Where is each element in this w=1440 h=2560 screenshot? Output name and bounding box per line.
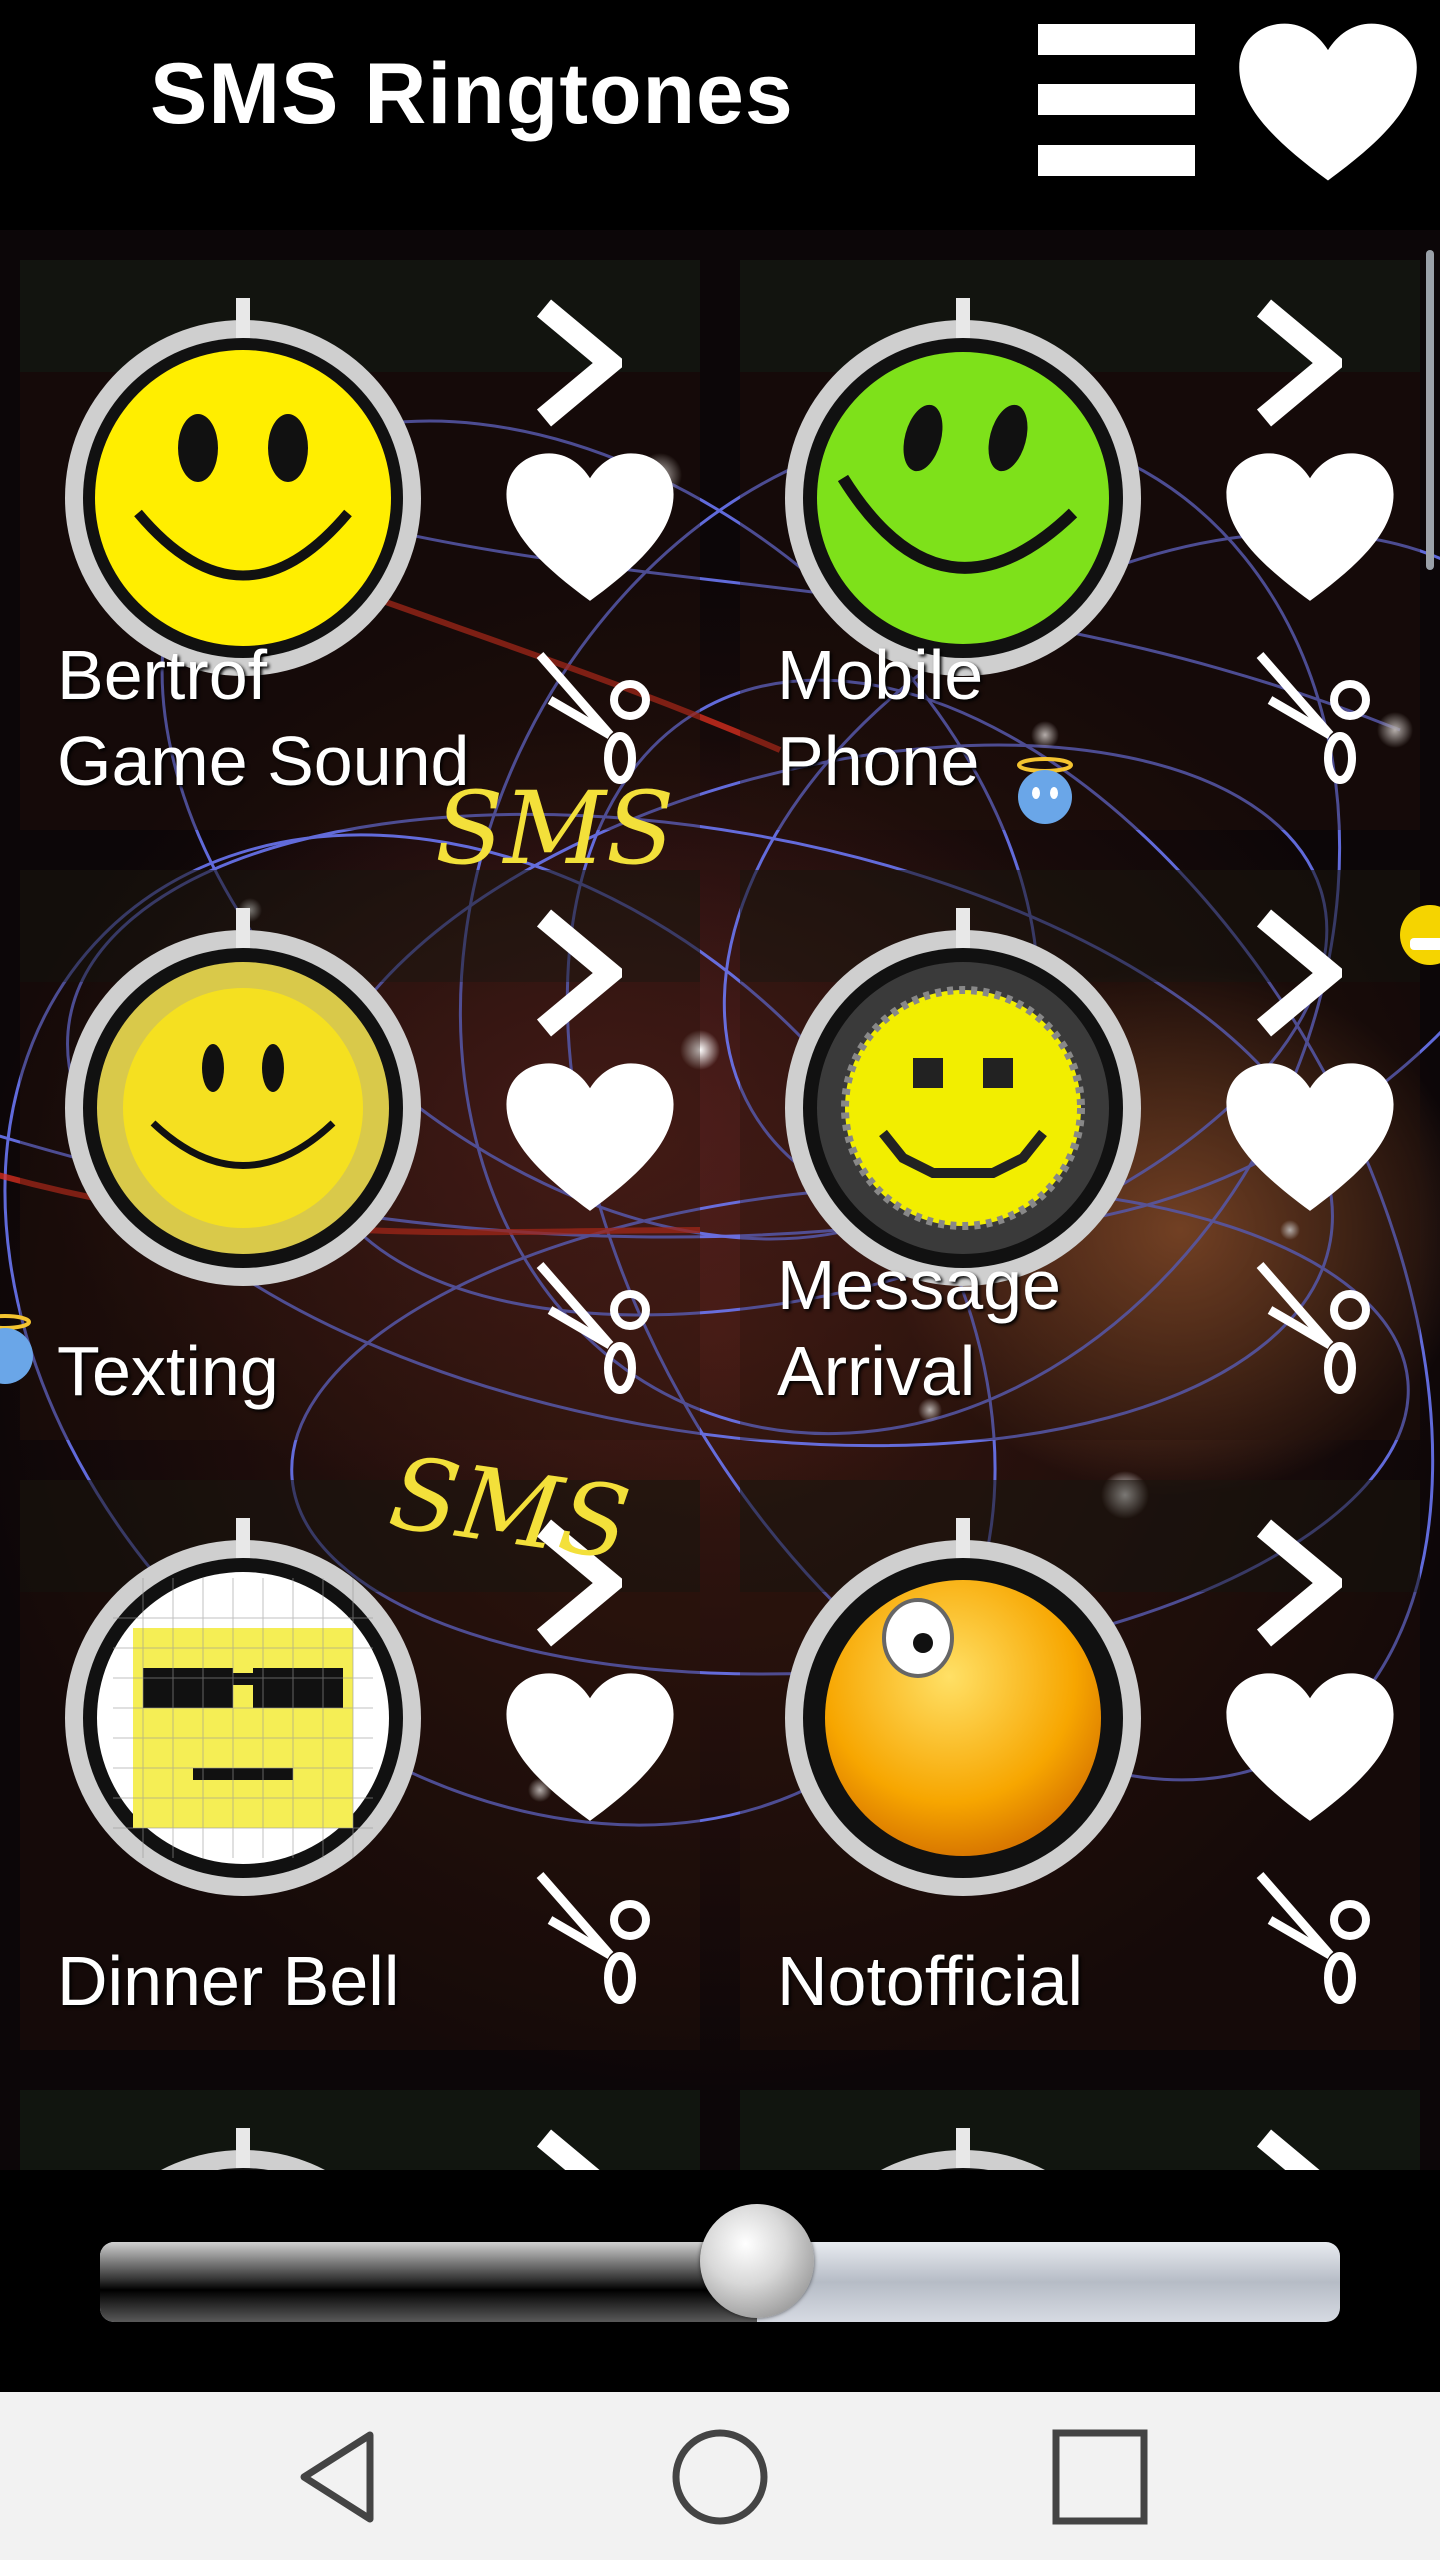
player-bar bbox=[0, 2170, 1440, 2392]
angel-emoji-icon bbox=[1017, 757, 1073, 824]
ringtone-play-button[interactable] bbox=[53, 1518, 433, 1898]
heart-icon[interactable] bbox=[1220, 448, 1400, 608]
ringtone-card[interactable]: Message Arrival bbox=[740, 870, 1420, 1440]
yellow-smiley-icon bbox=[95, 350, 391, 646]
winking-orange-smiley-icon bbox=[825, 1580, 1101, 1856]
ringtone-card-partial[interactable] bbox=[740, 2090, 1420, 2170]
scissors-icon[interactable] bbox=[1240, 640, 1390, 790]
menu-icon[interactable] bbox=[1038, 24, 1195, 176]
pixel-smiley-icon bbox=[817, 962, 1109, 1254]
scissors-icon[interactable] bbox=[1240, 1250, 1390, 1400]
ringtone-play-button[interactable] bbox=[773, 298, 1153, 678]
grinning-emoji-icon bbox=[1400, 905, 1440, 965]
ringtone-card[interactable]: Texting bbox=[20, 870, 700, 1440]
ringtone-name: Texting bbox=[57, 1332, 279, 1410]
back-icon[interactable] bbox=[290, 2427, 390, 2527]
heart-icon[interactable] bbox=[500, 448, 680, 608]
volume-slider[interactable] bbox=[100, 2204, 1340, 2322]
heart-icon[interactable] bbox=[1220, 1058, 1400, 1218]
ringtone-card[interactable]: Mobile Phone bbox=[740, 260, 1420, 830]
heart-icon[interactable] bbox=[1220, 1668, 1400, 1828]
recents-icon[interactable] bbox=[1052, 2429, 1148, 2525]
chevron-right-icon[interactable] bbox=[1252, 908, 1342, 1038]
ringtone-play-button[interactable] bbox=[53, 908, 433, 1288]
app-header: SMS Ringtones bbox=[0, 0, 1440, 230]
chevron-right-icon[interactable] bbox=[1252, 1518, 1342, 1648]
heart-icon[interactable] bbox=[500, 1058, 680, 1218]
ringtone-name: Bertrof Game Sound bbox=[57, 636, 470, 800]
heart-icon[interactable] bbox=[1232, 18, 1424, 188]
ringtone-name: Notofficial bbox=[777, 1942, 1084, 2020]
ringtone-card[interactable]: Bertrof Game Sound bbox=[20, 260, 700, 830]
ringtone-play-button[interactable] bbox=[773, 1518, 1153, 1898]
scissors-icon[interactable] bbox=[1240, 1860, 1390, 2010]
angel-emoji-icon bbox=[0, 1314, 33, 1384]
navigation-bar bbox=[0, 2392, 1440, 2560]
ringtone-play-button[interactable] bbox=[53, 298, 433, 678]
scrollbar[interactable] bbox=[1426, 250, 1434, 570]
scissors-icon[interactable] bbox=[520, 1860, 670, 2010]
chevron-right-icon[interactable] bbox=[1252, 2128, 1342, 2170]
chevron-right-icon[interactable] bbox=[532, 298, 622, 428]
pixel-sunglasses-smiley-icon bbox=[97, 1572, 389, 1864]
scissors-icon[interactable] bbox=[520, 1250, 670, 1400]
ringtone-card-partial[interactable] bbox=[20, 2090, 700, 2170]
ringtone-card[interactable]: Notofficial bbox=[740, 1480, 1420, 2050]
gold-smiley-icon bbox=[97, 962, 389, 1254]
ringtone-play-button[interactable] bbox=[773, 908, 1153, 1288]
ringtone-list[interactable]: Bertrof Game Sound Mobile Phone Texting … bbox=[0, 230, 1440, 2170]
scissors-icon[interactable] bbox=[520, 640, 670, 790]
slider-fill bbox=[100, 2242, 758, 2322]
page-title: SMS Ringtones bbox=[150, 46, 794, 142]
chevron-right-icon[interactable] bbox=[532, 2128, 622, 2170]
sms-decoration: SMS bbox=[435, 770, 675, 887]
slider-thumb[interactable] bbox=[700, 2204, 815, 2318]
chevron-right-icon[interactable] bbox=[1252, 298, 1342, 428]
ringtone-name: Dinner Bell bbox=[57, 1942, 400, 2020]
ringtone-name: Message Arrival bbox=[777, 1246, 1062, 1410]
heart-icon[interactable] bbox=[500, 1668, 680, 1828]
chevron-right-icon[interactable] bbox=[532, 908, 622, 1038]
ringtone-name: Mobile Phone bbox=[777, 636, 984, 800]
home-icon[interactable] bbox=[670, 2427, 770, 2527]
green-smiley-icon bbox=[817, 352, 1109, 644]
